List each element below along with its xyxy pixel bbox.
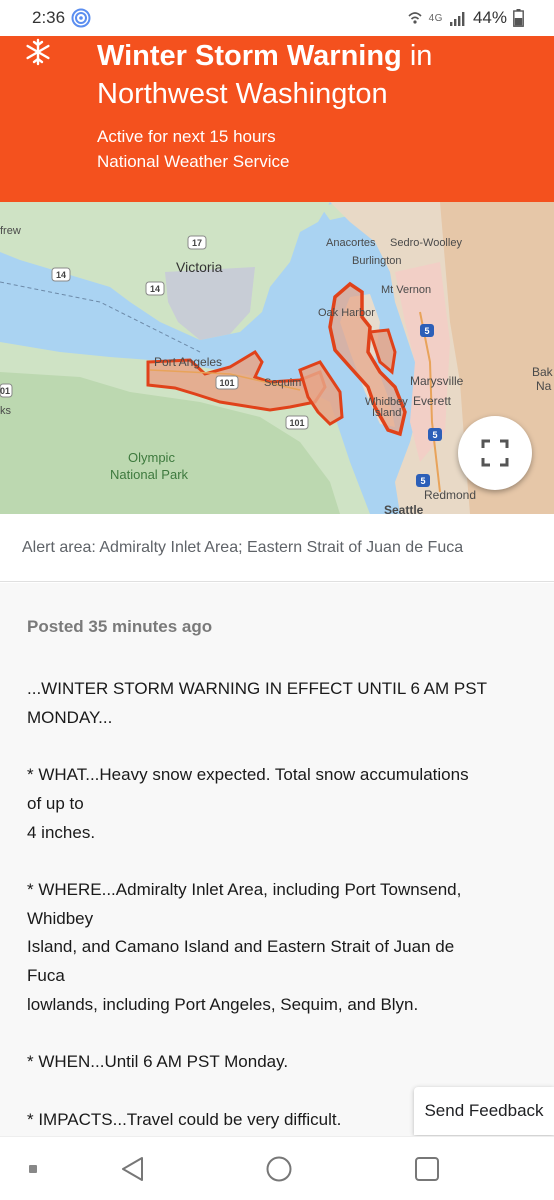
recent-apps-icon[interactable] (28, 1164, 38, 1174)
snowflake-icon (26, 38, 50, 66)
map-label-na: Na (536, 379, 552, 393)
map-label-frew: frew (0, 225, 21, 237)
map-label-marysville: Marysville (410, 374, 464, 388)
alert-details[interactable]: Posted 35 minutes ago ...WINTER STORM WA… (0, 583, 554, 1136)
map-label-anacortes: Anacortes (326, 237, 376, 249)
route-101a-label: 101 (219, 378, 234, 388)
alert-header: Winter Storm Warning in Northwest Washin… (0, 36, 554, 202)
status-bar: 2:36 4G 44% (0, 0, 554, 36)
alert-active-duration: Active for next 15 hours (97, 127, 276, 146)
network-type: 4G (428, 12, 443, 24)
route-14b-label: 14 (150, 284, 160, 294)
route-5a-label: 5 (424, 326, 429, 336)
map-label-national-park: National Park (110, 467, 189, 482)
map-label-island: Island (372, 407, 401, 419)
alert-title-bold: Winter Storm Warning (97, 40, 402, 72)
route-5c-label: 5 (420, 476, 425, 486)
map-label-everett: Everett (413, 394, 452, 408)
map-label-mt-vernon: Mt Vernon (381, 284, 431, 296)
map-label-redmond: Redmond (424, 488, 476, 502)
map-fullscreen-button[interactable] (458, 416, 532, 490)
alert-title: Winter Storm Warning in (97, 36, 432, 76)
alert-region: Northwest Washington (97, 78, 388, 110)
map-label-burlington: Burlington (352, 255, 402, 267)
posted-time: Posted 35 minutes ago (27, 617, 213, 636)
battery-level: 44% (472, 8, 507, 27)
map-label-sequim: Sequim (264, 377, 301, 389)
map-label-port-angeles: Port Angeles (154, 355, 222, 369)
signal-icon (449, 12, 465, 26)
wifi-call-icon (408, 12, 422, 24)
route-14a-label: 14 (56, 270, 66, 280)
route-01-label: 01 (0, 386, 10, 396)
fullscreen-icon (481, 439, 509, 467)
overview-icon[interactable] (413, 1155, 441, 1183)
map-label-bak: Bak (532, 365, 554, 379)
route-17-label: 17 (192, 238, 202, 248)
back-icon[interactable] (118, 1155, 146, 1183)
system-nav-bar (0, 1136, 554, 1200)
map-label-victoria: Victoria (176, 259, 223, 275)
map-label-oak-harbor: Oak Harbor (318, 307, 375, 319)
map-label-sedro-woolley: Sedro-Woolley (390, 237, 462, 249)
alert-title-rest: in (401, 40, 433, 72)
battery-icon (513, 9, 524, 27)
alert-body-text: ...WINTER STORM WARNING IN EFFECT UNTIL … (27, 679, 487, 1129)
home-icon[interactable] (265, 1155, 293, 1183)
route-101b-label: 101 (289, 418, 304, 428)
map-label-seattle: Seattle (384, 503, 424, 514)
alert-area-text: Alert area: Admiralty Inlet Area; Easter… (0, 514, 554, 582)
notification-icon (71, 8, 91, 28)
send-feedback-button[interactable]: Send Feedback (414, 1087, 554, 1135)
status-time: 2:36 (32, 8, 66, 27)
map-label-ks: ks (0, 405, 12, 417)
route-5b-label: 5 (432, 430, 437, 440)
map-label-olympic: Olympic (128, 450, 175, 465)
alert-source: National Weather Service (97, 152, 290, 171)
